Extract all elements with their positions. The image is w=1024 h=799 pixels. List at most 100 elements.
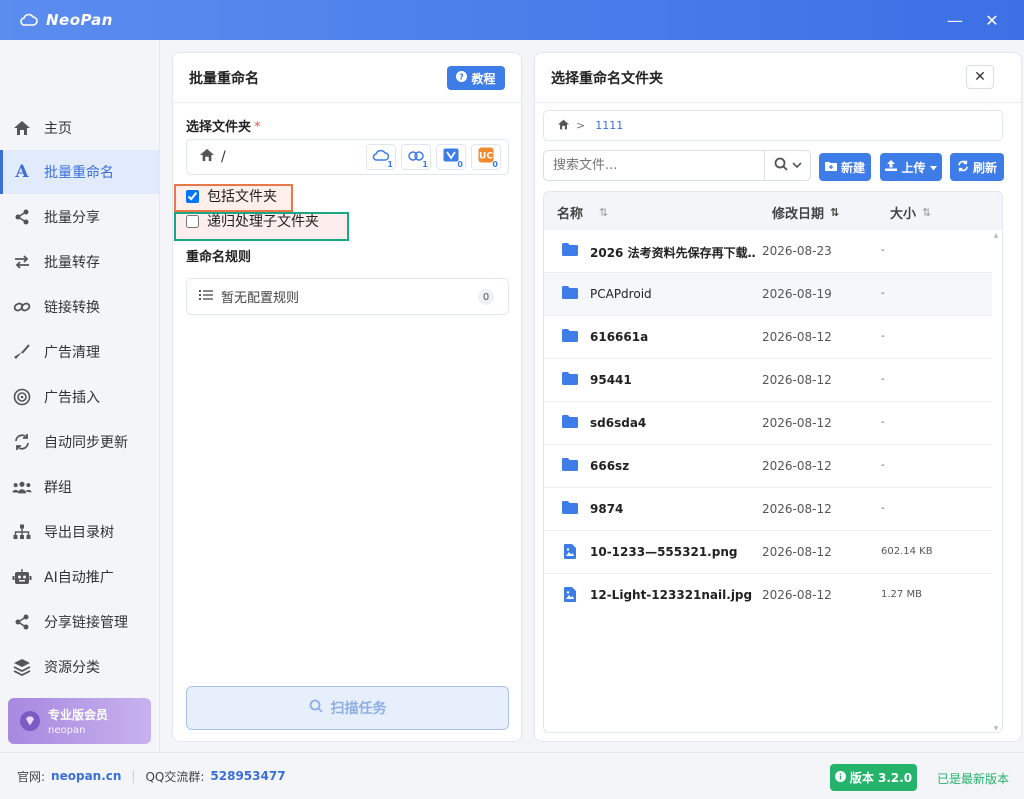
sidebar-item-batch-transfer[interactable]: 批量转存 [0,240,159,284]
close-window-button[interactable]: ✕ [980,8,1004,32]
scan-task-label: 扫描任务 [330,701,387,717]
home-icon [199,148,215,166]
sidebar-item-ai-promo[interactable]: AI自动推广 [0,555,159,599]
table-row[interactable]: sd6sda4 2026-08-12 - [544,402,992,445]
scan-task-button[interactable]: 扫描任务 [186,686,509,730]
version-label: 版本 3.2.0 [849,771,913,785]
upload-button[interactable]: 上传 [880,153,942,181]
sidebar-item-label: 自动同步更新 [44,435,128,451]
include-folders-checkbox[interactable] [186,189,199,203]
search-input[interactable] [544,151,764,180]
folder-icon [562,372,578,388]
image-file-icon [564,544,576,562]
column-size-label: 大小 [890,207,917,222]
recursive-checkbox[interactable] [186,214,199,228]
table-row[interactable]: PCAPdroid 2026-08-19 - [544,273,992,316]
sidebar-item-home[interactable]: 主页 [0,106,159,150]
refresh-button[interactable]: 刷新 [950,153,1004,181]
file-size: 1.27 MB [881,589,922,600]
include-folders-option[interactable]: 包括文件夹 [186,186,277,206]
status-bar: 官网: neopan.cn | QQ交流群: 528953477 版本 3.2.… [0,752,1024,799]
sidebar-item-ad-clean[interactable]: 广告清理 [0,330,159,374]
table-row[interactable]: 9874 2026-08-12 - [544,488,992,531]
file-table: 名称 ⇅ 修改日期 ⇅ 大小 ⇅ 2026 法考资料先保存再下载… 2026-0… [543,191,1003,733]
svg-text:UC: UC [479,152,493,162]
pro-member-card[interactable]: 专业版会员 neopan [8,698,151,744]
list-icon [199,289,213,305]
sidebar-item-export-tree[interactable]: 导出目录树 [0,510,159,554]
upload-label: 上传 [901,160,926,175]
site-label: 官网: [17,769,46,784]
cloud-provider-button[interactable]: 0 [436,144,466,170]
sidebar-item-ad-insert[interactable]: 广告插入 [0,375,159,419]
folder-path-field[interactable]: / 1 1 0 UC 0 [186,139,509,175]
refresh-label: 刷新 [972,160,997,175]
folder-path: / [221,149,226,165]
column-name[interactable]: 名称 ⇅ [557,203,608,222]
tutorial-label: 教程 [471,71,496,86]
sidebar-item-share-link-manage[interactable]: 分享链接管理 [0,600,159,644]
search-icon [774,157,788,175]
file-date: 2026-08-23 [762,244,832,258]
table-scrollbar[interactable]: ▲ ▼ [992,232,1000,732]
column-date[interactable]: 修改日期 ⇅ [772,203,839,222]
scroll-down-icon[interactable]: ▼ [992,725,1000,732]
cloud-badge: 1 [387,160,393,169]
new-folder-button[interactable]: 新建 [819,153,871,181]
table-row[interactable]: 12-Light-123321nail.jpg 2026-08-12 1.27 … [544,574,992,617]
vip-gem-icon [20,711,40,731]
sidebar-item-link-convert[interactable]: 链接转换 [0,285,159,329]
panel-header: 选择重命名文件夹 ✕ [535,53,1021,103]
qq-group-link[interactable]: 528953477 [210,769,285,783]
sidebar-item-label: 导出目录树 [44,525,114,541]
share-icon [12,612,32,632]
cloud-provider-button[interactable]: 1 [401,144,431,170]
home-icon[interactable] [557,119,570,133]
sidebar-item-label: 链接转换 [44,300,100,316]
sidebar-item-groups[interactable]: 群组 [0,465,159,509]
table-row[interactable]: 2026 法考资料先保存再下载… 2026-08-23 - [544,230,992,273]
file-date: 2026-08-12 [762,588,832,602]
folder-icon [562,458,578,474]
image-file-icon [564,587,576,605]
rename-rules-label: 重命名规则 [186,250,252,265]
cloud-provider-button[interactable]: 1 [366,144,396,170]
share-icon [12,207,32,227]
minimize-button[interactable]: — [943,8,967,32]
folder-icon [562,286,578,302]
refresh-icon [957,160,969,175]
rename-rules-list[interactable]: 暂无配置规则 0 [186,278,509,315]
search-icon [309,699,323,717]
search-options-button[interactable] [764,151,810,180]
file-size: - [881,503,885,514]
cloud-badge: 0 [492,160,498,169]
sidebar-item-batch-share[interactable]: 批量分享 [0,195,159,239]
folder-icon [562,243,578,259]
breadcrumb-current[interactable]: 1111 [595,119,623,132]
sidebar-item-resource-category[interactable]: 资源分类 [0,645,159,689]
column-size[interactable]: 大小 ⇅ [890,203,931,222]
table-row[interactable]: 616661a 2026-08-12 - [544,316,992,359]
cloud-provider-button[interactable]: UC 0 [471,144,501,170]
sidebar-item-batch-rename[interactable]: A 批量重命名 [0,150,159,194]
recursive-option[interactable]: 递归处理子文件夹 [186,211,319,231]
sidebar-item-label: 批量重命名 [44,165,114,181]
info-circle-icon [834,770,846,785]
site-link[interactable]: neopan.cn [51,769,121,783]
close-panel-button[interactable]: ✕ [966,65,994,89]
divider: | [131,769,136,783]
file-size: - [881,288,885,299]
table-row[interactable]: 95441 2026-08-12 - [544,359,992,402]
version-button[interactable]: 版本 3.2.0 [830,764,917,791]
scroll-up-icon[interactable]: ▲ [992,232,1000,239]
file-size: - [881,374,885,385]
tutorial-button[interactable]: ? 教程 [447,66,505,90]
sidebar-item-auto-sync[interactable]: 自动同步更新 [0,420,159,464]
required-mark: * [254,120,261,135]
table-header: 名称 ⇅ 修改日期 ⇅ 大小 ⇅ [544,192,1002,230]
table-row[interactable]: 666sz 2026-08-12 - [544,445,992,488]
sidebar-item-label: 批量分享 [44,210,100,226]
table-row[interactable]: 10-1233—555321.png 2026-08-12 602.14 KB [544,531,992,574]
sitemap-icon [12,522,32,542]
file-size: 602.14 KB [881,546,933,557]
